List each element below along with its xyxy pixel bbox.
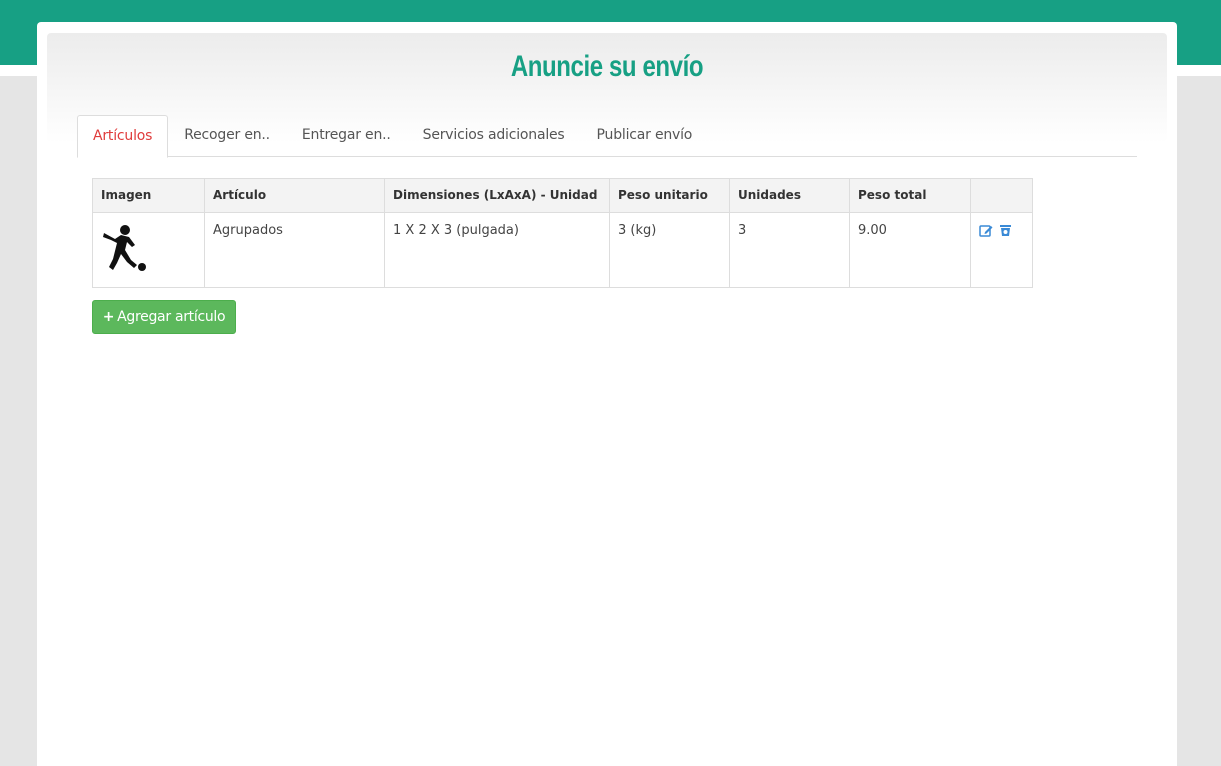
add-item-button[interactable]: + Agregar artículo (92, 300, 236, 334)
plus-icon: + (102, 309, 115, 325)
tab-servicios-adicionales[interactable]: Servicios adicionales (407, 115, 581, 157)
cell-articulo: Agrupados (204, 212, 385, 288)
cell-dimensiones: 1 X 2 X 3 (pulgada) (384, 212, 610, 288)
add-item-label: Agregar artículo (117, 309, 226, 325)
items-table: Imagen Artículo Dimensiones (LxAxA) - Un… (92, 178, 1033, 288)
header-articulo: Artículo (204, 178, 385, 213)
header-peso-total: Peso total (849, 178, 971, 213)
header-peso-unitario: Peso unitario (609, 178, 730, 213)
table-header-row: Imagen Artículo Dimensiones (LxAxA) - Un… (92, 178, 1033, 213)
edit-icon[interactable] (979, 224, 993, 237)
cell-imagen (92, 212, 205, 288)
header-unidades: Unidades (729, 178, 850, 213)
header-imagen: Imagen (92, 178, 205, 213)
header-acciones (970, 178, 1033, 213)
table-row: Agrupados 1 X 2 X 3 (pulgada) 3 (kg) 3 9… (92, 212, 1033, 288)
tab-bar: Artículos Recoger en.. Entregar en.. Ser… (77, 115, 1137, 158)
cell-acciones (970, 212, 1033, 288)
soccer-player-icon (103, 225, 146, 271)
cell-unidades: 3 (729, 212, 850, 288)
page-title: Anuncie su envío (510, 50, 704, 83)
cell-peso-total: 9.00 (849, 212, 971, 288)
tab-publicar-envio[interactable]: Publicar envío (581, 115, 709, 157)
delete-icon[interactable] (999, 224, 1012, 237)
main-card: Anuncie su envío Artículos Recoger en.. … (37, 22, 1177, 766)
header-dimensiones: Dimensiones (LxAxA) - Unidad (384, 178, 610, 213)
tab-entregar[interactable]: Entregar en.. (286, 115, 407, 157)
tab-recoger[interactable]: Recoger en.. (168, 115, 286, 157)
cell-peso-unitario: 3 (kg) (609, 212, 730, 288)
tab-articulos[interactable]: Artículos (77, 115, 169, 158)
